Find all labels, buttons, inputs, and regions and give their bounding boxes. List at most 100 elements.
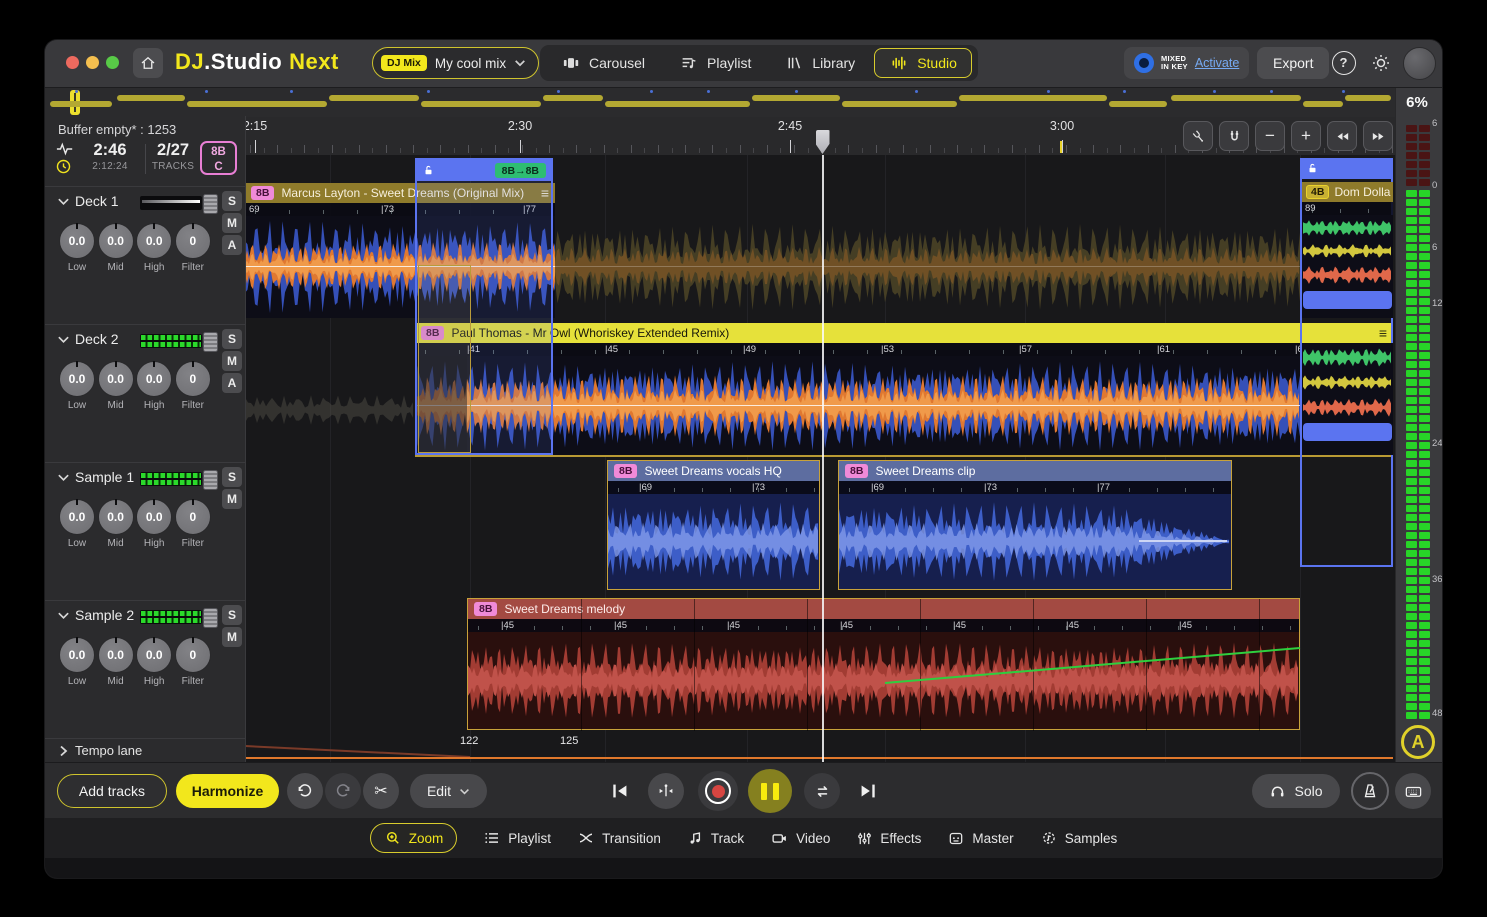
knob-dial[interactable]: 0.0 [98, 361, 134, 397]
mix-overview-strip[interactable] [45, 88, 1395, 118]
knob-dial[interactable]: 0.0 [136, 499, 172, 535]
user-avatar[interactable] [1403, 47, 1436, 80]
fader-handle[interactable] [203, 332, 218, 352]
knob-mid[interactable]: 0.0Mid [97, 361, 135, 411]
selection-header[interactable] [1300, 158, 1393, 179]
transition-selection[interactable]: 8B→8B [415, 158, 553, 455]
maximize-window-button[interactable] [106, 56, 119, 69]
playhead-line[interactable] [822, 155, 824, 762]
knob-low[interactable]: 0.0Low [58, 361, 96, 411]
knob-dial[interactable]: 0 [175, 499, 211, 535]
skip-to-end-button[interactable] [850, 773, 886, 809]
unlock-icon[interactable] [1306, 162, 1319, 175]
unlock-icon[interactable] [422, 164, 435, 177]
harmonize-button[interactable]: Harmonize [176, 774, 279, 808]
fader-handle[interactable] [203, 470, 218, 490]
knob-filter[interactable]: 0Filter [174, 361, 212, 411]
fast-forward-button[interactable] [1363, 121, 1393, 151]
panel-tab-zoom[interactable]: Zoom [370, 823, 458, 853]
knob-low[interactable]: 0.0Low [58, 637, 96, 687]
knob-dial[interactable]: 0.0 [59, 223, 95, 259]
solo-button[interactable]: S [222, 467, 242, 487]
knob-mid[interactable]: 0.0Mid [97, 637, 135, 687]
redo-button[interactable] [325, 773, 361, 809]
knob-mid[interactable]: 0.0Mid [97, 223, 135, 273]
loop-button[interactable] [804, 773, 840, 809]
activate-link[interactable]: Activate [1195, 56, 1239, 70]
skip-to-start-button[interactable] [602, 773, 638, 809]
channel-volume-fader[interactable] [140, 196, 202, 210]
minimize-window-button[interactable] [86, 56, 99, 69]
tab-playlist[interactable]: Playlist [664, 48, 766, 78]
knob-dial[interactable]: 0 [175, 223, 211, 259]
clip-sample2-melody[interactable]: 8B Sweet Dreams melody |45|45|45|45|45|4… [467, 598, 1300, 730]
knob-dial[interactable]: 0.0 [136, 223, 172, 259]
edit-menu-button[interactable]: Edit [410, 774, 487, 808]
knob-filter[interactable]: 0Filter [174, 223, 212, 273]
tempo-lane-header[interactable]: Tempo lane [45, 738, 245, 763]
knob-mid[interactable]: 0.0Mid [97, 499, 135, 549]
snap-magnet-button[interactable] [1219, 121, 1249, 151]
chevron-down-icon[interactable] [57, 335, 70, 344]
automation-button[interactable]: A [222, 235, 242, 255]
mute-button[interactable]: M [222, 213, 242, 233]
knob-filter[interactable]: 0Filter [174, 637, 212, 687]
chevron-down-icon[interactable] [57, 197, 70, 206]
solo-button[interactable]: S [222, 191, 242, 211]
solo-button[interactable]: S [222, 329, 242, 349]
pause-button[interactable] [748, 769, 792, 813]
panel-tab-transition[interactable]: Transition [577, 829, 661, 847]
tab-library[interactable]: Library [770, 48, 870, 78]
knob-dial[interactable]: 0.0 [59, 637, 95, 673]
mix-selector[interactable]: DJ Mix My cool mix [372, 47, 539, 79]
knob-dial[interactable]: 0.0 [59, 361, 95, 397]
tab-studio[interactable]: Studio [874, 48, 972, 78]
knob-high[interactable]: 0.0High [135, 499, 173, 549]
knob-high[interactable]: 0.0High [135, 361, 173, 411]
solo-button[interactable]: Solo [1252, 774, 1340, 808]
knob-dial[interactable]: 0 [175, 361, 211, 397]
solo-button[interactable]: S [222, 605, 242, 625]
clip-sample1-sweet-dreams-clip[interactable]: 8B Sweet Dreams clip |69|73|77 [838, 460, 1232, 590]
add-tracks-button[interactable]: Add tracks [57, 774, 167, 808]
keyboard-shortcuts-button[interactable] [1395, 773, 1431, 809]
knob-low[interactable]: 0.0Low [58, 499, 96, 549]
panel-tab-effects[interactable]: Effects [856, 830, 921, 847]
knob-dial[interactable]: 0.0 [136, 361, 172, 397]
undo-button[interactable] [287, 773, 323, 809]
current-key-badge[interactable]: 8BC [200, 141, 237, 175]
knob-high[interactable]: 0.0High [135, 637, 173, 687]
fader-handle[interactable] [203, 608, 218, 628]
timeline-area[interactable]: 8B Marcus Layton - Sweet Dreams (Origina… [245, 155, 1395, 762]
panel-tab-master[interactable]: Master [947, 830, 1013, 847]
panel-tab-track[interactable]: Track [687, 830, 744, 847]
chevron-down-icon[interactable] [57, 611, 70, 620]
panel-tab-playlist[interactable]: Playlist [483, 829, 551, 847]
channel-level-meter[interactable] [140, 334, 202, 348]
home-button[interactable] [133, 48, 163, 78]
zoom-in-button[interactable]: + [1291, 121, 1321, 151]
chevron-down-icon[interactable] [57, 473, 70, 482]
channel-level-meter[interactable] [140, 472, 202, 486]
zoom-out-button[interactable]: − [1255, 121, 1285, 151]
knob-dial[interactable]: 0.0 [98, 637, 134, 673]
panel-tab-samples[interactable]: Samples [1040, 829, 1118, 847]
knob-dial[interactable]: 0.0 [136, 637, 172, 673]
knob-high[interactable]: 0.0High [135, 223, 173, 273]
split-scissors-button[interactable]: ✂ [363, 773, 399, 809]
jump-to-playhead-button[interactable] [648, 773, 684, 809]
help-button[interactable]: ? [1330, 49, 1357, 76]
panel-tab-video[interactable]: Video [770, 830, 830, 847]
fader-handle[interactable] [203, 194, 218, 214]
knob-dial[interactable]: 0 [175, 637, 211, 673]
automation-button[interactable]: A [222, 373, 242, 393]
knob-filter[interactable]: 0Filter [174, 499, 212, 549]
mute-button[interactable]: M [222, 351, 242, 371]
tab-carousel[interactable]: Carousel [546, 48, 660, 78]
clip-sample1-vocals-hq[interactable]: 8B Sweet Dreams vocals HQ |69|73 [607, 460, 820, 590]
close-window-button[interactable] [66, 56, 79, 69]
automation-button[interactable]: A [1401, 725, 1435, 759]
mute-button[interactable]: M [222, 627, 242, 647]
crossfade-region[interactable] [418, 265, 471, 453]
settings-button[interactable] [1367, 49, 1394, 76]
